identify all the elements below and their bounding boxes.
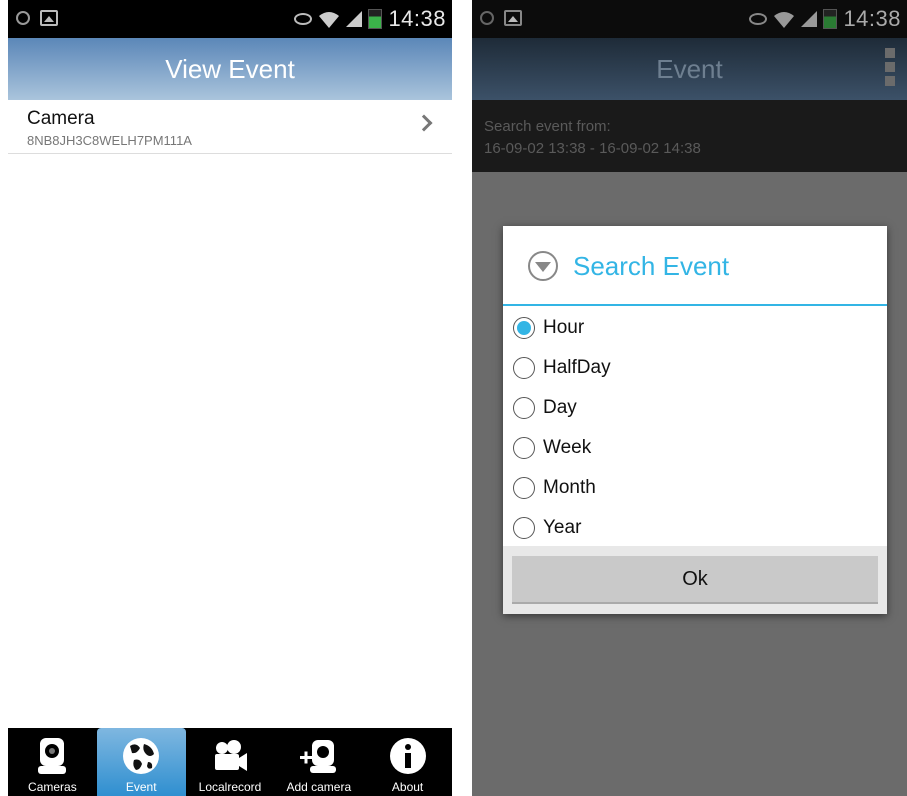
option-label: Month [543, 477, 596, 498]
nav-cameras[interactable]: Cameras [8, 728, 97, 796]
info-icon [389, 738, 426, 774]
nav-about[interactable]: About [363, 728, 452, 796]
search-event-dialog: Search Event Hour HalfDay Day Week Month [503, 226, 887, 614]
battery-icon [368, 9, 383, 29]
option-week[interactable]: Week [503, 428, 887, 468]
radio-button[interactable] [513, 517, 535, 539]
notification-icon [480, 11, 494, 25]
wifi-icon [319, 12, 340, 28]
video-record-icon [214, 740, 247, 771]
search-from-label: Search event from: [484, 118, 611, 135]
option-year[interactable]: Year [503, 508, 887, 548]
nav-event[interactable]: Event [96, 728, 186, 796]
notification-icon [16, 11, 30, 25]
overflow-menu-icon[interactable] [885, 48, 897, 90]
nav-localrecord[interactable]: Localrecord [186, 728, 275, 796]
camera-name: Camera [27, 108, 95, 129]
option-label: Year [543, 517, 582, 538]
dialog-footer: Ok [503, 546, 887, 614]
status-time: 14:38 [843, 6, 901, 31]
battery-icon [823, 9, 838, 29]
view-event-screen: 14:38 View Event Camera 8NB8JH3C8WELH7PM… [8, 0, 452, 796]
option-label: Hour [543, 317, 585, 338]
eye-icon [749, 13, 768, 25]
nav-add-camera[interactable]: Add camera [274, 728, 363, 796]
camera-list-item[interactable]: Camera 8NB8JH3C8WELH7PM111A [8, 100, 452, 154]
camera-icon [38, 738, 67, 774]
radio-button[interactable] [513, 397, 535, 419]
globe-icon [123, 738, 160, 774]
search-info: Search event from: 16-09-02 13:38 - 16-0… [472, 100, 907, 172]
signal-icon [801, 11, 818, 27]
options-list: Hour HalfDay Day Week Month Year [503, 308, 887, 548]
radio-button[interactable] [513, 477, 535, 499]
option-label: HalfDay [543, 357, 611, 378]
gallery-icon [40, 10, 58, 26]
option-month[interactable]: Month [503, 468, 887, 508]
option-halfday[interactable]: HalfDay [503, 348, 887, 388]
status-time: 14:38 [388, 6, 446, 31]
page-title: View Event [8, 38, 452, 100]
wifi-icon [774, 12, 795, 28]
ok-button[interactable]: Ok [512, 556, 878, 604]
gallery-icon [504, 10, 522, 26]
nav-label: Localrecord [198, 780, 262, 794]
search-range: 16-09-02 13:38 - 16-09-02 14:38 [484, 140, 701, 157]
nav-label: About [391, 780, 424, 794]
nav-label: Add camera [286, 780, 352, 794]
eye-icon [294, 13, 313, 25]
add-camera-icon [299, 740, 336, 773]
status-bar: 14:38 [472, 0, 907, 38]
option-label: Day [543, 397, 577, 418]
option-day[interactable]: Day [503, 388, 887, 428]
radio-button[interactable] [513, 357, 535, 379]
signal-icon [346, 11, 363, 27]
status-bar: 14:38 [8, 0, 452, 38]
dialog-header: Search Event [503, 226, 887, 306]
option-label: Week [543, 437, 592, 458]
option-hour[interactable]: Hour [503, 308, 887, 348]
bottom-nav: Cameras Event Localrecord Add camera Abo… [8, 728, 452, 796]
nav-label: Event [125, 780, 157, 794]
dropdown-circle-icon [528, 251, 558, 281]
radio-button[interactable] [513, 317, 535, 339]
dialog-title: Search Event [573, 251, 730, 281]
chevron-right-icon [415, 114, 433, 132]
event-screen: 14:38 Event Search event from: 16-09-02 … [472, 0, 907, 796]
page-title: Event [472, 38, 907, 100]
nav-label: Cameras [28, 780, 77, 794]
camera-id: 8NB8JH3C8WELH7PM111A [27, 133, 192, 148]
radio-button[interactable] [513, 437, 535, 459]
